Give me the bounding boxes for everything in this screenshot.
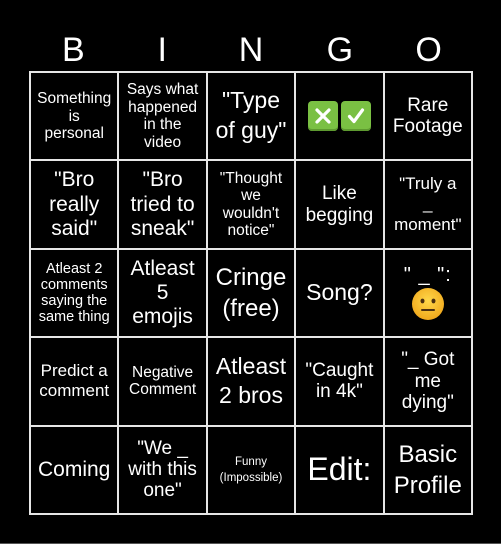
check-mark-button-icon — [340, 101, 371, 132]
bingo-cell[interactable]: Predict a comment — [31, 338, 118, 425]
bingo-cell[interactable]: "_ Got me dying" — [384, 338, 471, 425]
bingo-cell[interactable]: "Caught in 4k" — [296, 338, 383, 425]
bingo-cell[interactable]: " _ ": — [384, 249, 471, 337]
header-letter-g: G — [326, 31, 354, 69]
header-letter-n: N — [238, 31, 264, 69]
bingo-cell[interactable]: Atleast 5 emojis — [119, 249, 206, 337]
bingo-cell[interactable]: "Truly a _ moment" — [384, 161, 471, 248]
bingo-cell[interactable]: Says what happened in the video — [119, 73, 206, 160]
bingo-board: Something is personal Says what happened… — [29, 71, 473, 515]
bingo-cell[interactable]: Atleast 2 bros — [207, 338, 295, 425]
bingo-cell[interactable]: Edit: — [296, 426, 383, 513]
bingo-cell[interactable] — [296, 73, 383, 160]
cross-mark-button-icon — [307, 101, 338, 132]
bingo-cell[interactable]: Song? — [296, 249, 383, 337]
cell-text: " _ ": — [403, 264, 452, 287]
bingo-cell[interactable]: Atleast 2 comments saying the same thing — [31, 249, 118, 337]
neutral-face-icon — [411, 288, 444, 321]
bingo-cell[interactable]: Funny (Impossible) — [207, 426, 295, 513]
emoji-group — [307, 101, 371, 132]
bingo-cell[interactable]: "Type of guy" — [207, 73, 295, 160]
bingo-cell[interactable]: Like begging — [296, 161, 383, 248]
bingo-cell[interactable]: Cringe (free) — [207, 249, 295, 337]
header-letter-o: O — [415, 31, 442, 69]
bingo-cell[interactable]: Coming — [31, 426, 118, 513]
bingo-cell[interactable]: "We _ with this one" — [119, 426, 206, 513]
header-letter-b: B — [62, 31, 85, 69]
bingo-cell[interactable]: "Thought we wouldn't notice" — [207, 161, 295, 248]
bingo-header: B I N G O — [29, 30, 473, 70]
bingo-cell[interactable]: Negative Comment — [119, 338, 206, 425]
bingo-cell[interactable]: "Bro really said" — [31, 161, 118, 248]
bingo-cell[interactable]: Something is personal — [31, 73, 118, 160]
bingo-cell[interactable]: Basic Profile — [384, 426, 471, 513]
bingo-cell[interactable]: Rare Footage — [384, 73, 471, 160]
header-letter-i: I — [157, 31, 167, 69]
bingo-cell[interactable]: "Bro tried to sneak" — [119, 161, 206, 248]
